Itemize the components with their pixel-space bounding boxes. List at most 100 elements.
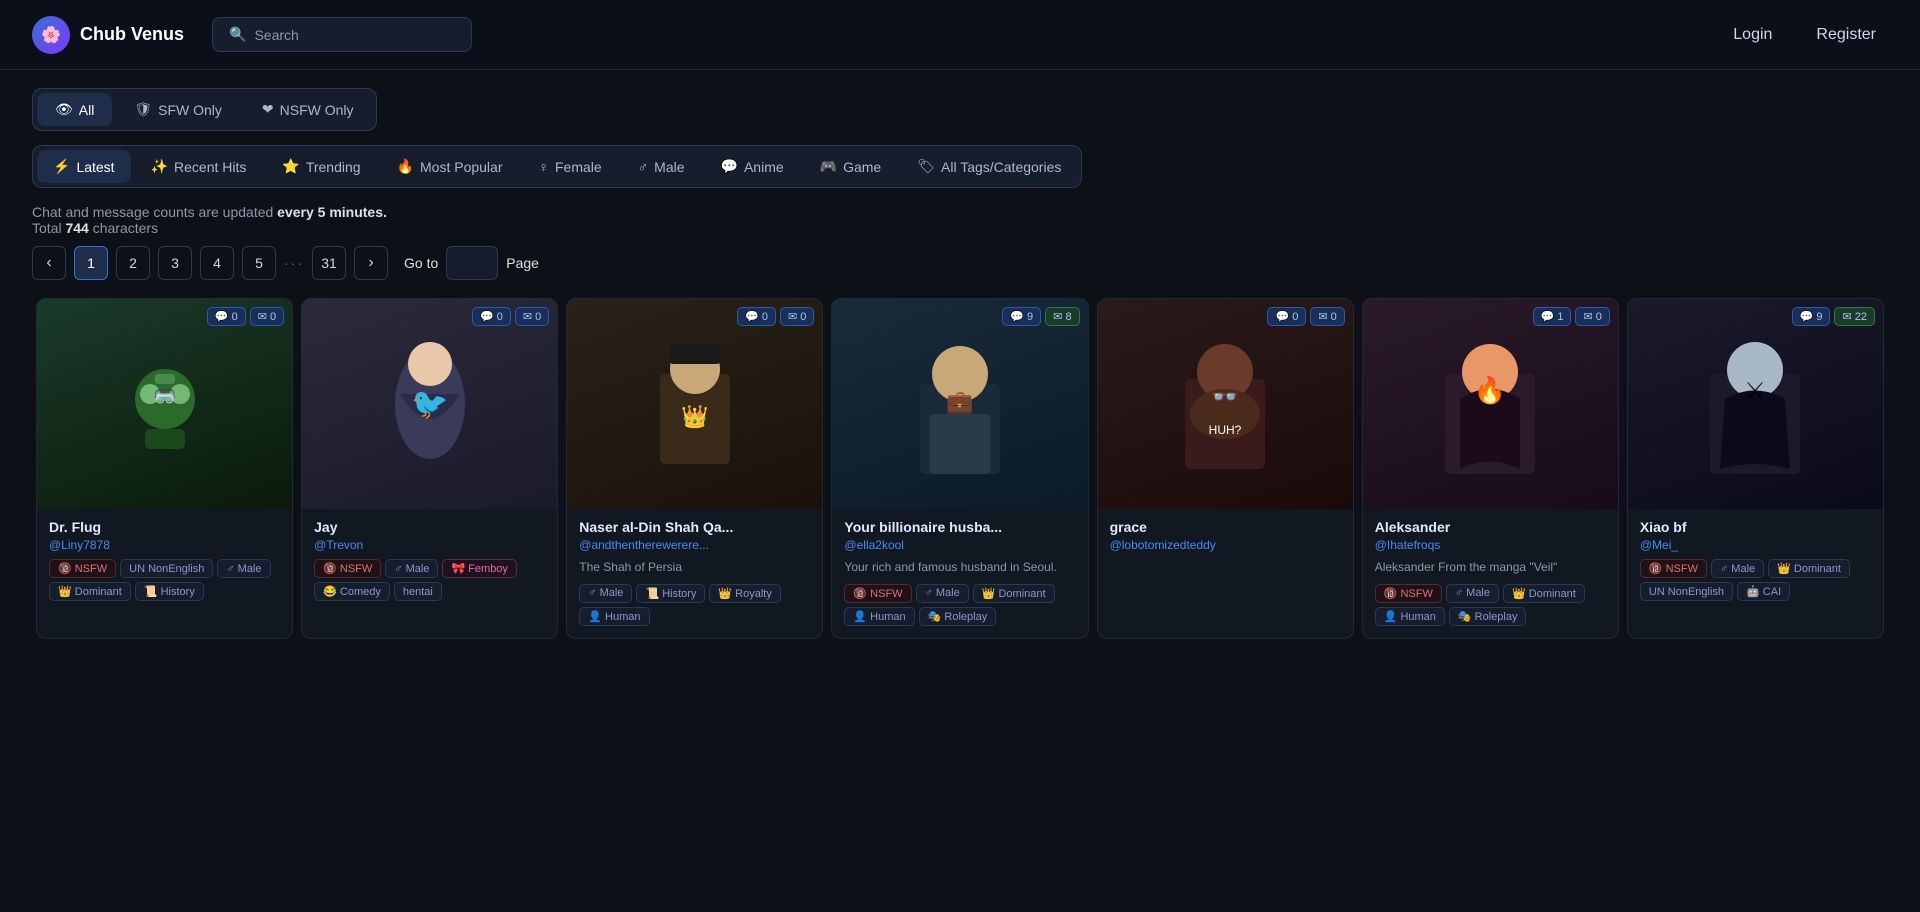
goto-label: Go to [404,255,438,271]
header-left: 🌸 Chub Venus 🔍 Search [32,16,472,54]
msg-badge: ✉ 0 [515,307,549,326]
svg-text:👓: 👓 [1211,384,1238,409]
filter-nsfw[interactable]: ❤ NSFW Only [244,93,372,126]
header-right: Login Register [1721,20,1888,50]
svg-text:⚔: ⚔ [1745,378,1767,405]
tag-male: ♂ Male [1446,584,1499,603]
tag-most-popular[interactable]: 🔥 Most Popular [381,150,519,183]
card-naser[interactable]: 💬 0 ✉ 0 👑 Naser al-Din Shah Qa... @andth… [566,298,823,639]
logo-text: Chub Venus [80,24,184,45]
card-dr-flug[interactable]: 💬 0 ✉ 0 🥽 Dr. Flug @Liny7878 🔞 NSFW UN N… [36,298,293,639]
card-author: @Liny7878 [49,538,280,552]
card-author: @lobotomizedteddy [1110,538,1341,552]
card-author: @andthentherewerere... [579,538,810,552]
card-name: Xiao bf [1640,519,1871,535]
tag-history: 📜 History [135,582,204,601]
tag-nonenglish: UN NonEnglish [1640,582,1733,601]
card-jay[interactable]: 💬 0 ✉ 0 🐦 Jay @Trevon 🔞 NSFW ♂ Male 🎀 Fe… [301,298,558,639]
card-body: Naser al-Din Shah Qa... @andthentherewer… [567,509,822,638]
filter-section: 👁 All 🛡 SFW Only ❤ NSFW Only ⚡ Latest ✨ … [0,70,1920,188]
login-button[interactable]: Login [1721,20,1784,50]
card-body: Aleksander @Ihatefroqs Aleksander From t… [1363,509,1618,638]
card-name: Your billionaire husba... [844,519,1075,535]
register-button[interactable]: Register [1804,20,1888,50]
card-author: @Mei_ [1640,538,1871,552]
tag-cai: 🤖 CAI [1737,582,1790,601]
tag-trending[interactable]: ⭐ Trending [266,150,376,183]
card-body: Dr. Flug @Liny7878 🔞 NSFW UN NonEnglish … [37,509,292,613]
tag-human: 👤 Human [579,607,649,626]
card-tags: ♂ Male 📜 History 👑 Royalty 👤 Human [579,584,810,626]
card-name: Jay [314,519,545,535]
page-5-button[interactable]: 5 [242,246,276,280]
next-page-button[interactable]: › [354,246,388,280]
card-badge-row: 💬 0 ✉ 0 [472,307,549,326]
card-name: Dr. Flug [49,519,280,535]
tag-dominant: 👑 Dominant [1503,584,1585,603]
card-aleksander[interactable]: 💬 1 ✉ 0 🔥 Aleksander @Ihatefroqs Aleksan… [1362,298,1619,639]
tag-nsfw: 🔞 NSFW [844,584,911,603]
chat-badge: 💬 9 [1002,307,1041,326]
tag-anime[interactable]: 💬 Anime [705,150,800,183]
card-image: 👑 [567,299,822,509]
filter-sfw[interactable]: 🛡 SFW Only [116,93,240,126]
tag-male: ♂ Male [385,559,438,578]
prev-page-button[interactable]: ‹ [32,246,66,280]
logo[interactable]: 🌸 Chub Venus [32,16,184,54]
card-badge-row: 💬 0 ✉ 0 [1267,307,1344,326]
tag-roleplay: 🎭 Roleplay [919,607,997,626]
card-image: 💼 [832,299,1087,509]
msg-badge: ✉ 0 [1575,307,1609,326]
page-last-button[interactable]: 31 [312,246,346,280]
goto-section: Go to Page [404,246,539,280]
card-badge-row: 💬 9 ✉ 22 [1792,307,1875,326]
msg-badge: ✉ 0 [250,307,284,326]
card-xiao[interactable]: 💬 9 ✉ 22 ⚔ Xiao bf @Mei_ 🔞 NSFW ♂ Male 👑… [1627,298,1884,639]
tag-dominant: 👑 Dominant [973,584,1055,603]
chat-badge: 💬 0 [1267,307,1306,326]
svg-text:🥽: 🥽 [153,386,175,406]
msg-badge: ✉ 22 [1834,307,1875,326]
svg-text:HUH?: HUH? [1209,423,1242,437]
tag-recent-hits[interactable]: ✨ Recent Hits [135,150,263,183]
content-filter-row: 👁 All 🛡 SFW Only ❤ NSFW Only [32,88,377,131]
tag-filter-row: ⚡ Latest ✨ Recent Hits ⭐ Trending 🔥 Most… [32,145,1082,188]
page-3-button[interactable]: 3 [158,246,192,280]
tag-femboy: 🎀 Femboy [442,559,517,578]
page-1-button[interactable]: 1 [74,246,108,280]
card-body: grace @lobotomizedteddy [1098,509,1353,571]
card-grace[interactable]: 💬 0 ✉ 0 👓 HUH? grace @lobotomizedteddy [1097,298,1354,639]
msg-badge: ✉ 0 [1310,307,1344,326]
card-image: 🥽 [37,299,292,509]
card-image: 🐦 [302,299,557,509]
tag-female[interactable]: ♀ Female [522,150,617,183]
card-billionaire[interactable]: 💬 9 ✉ 8 💼 Your billionaire husba... @ell… [831,298,1088,639]
pagination: ‹ 1 2 3 4 5 ··· 31 › Go to Page [0,246,1920,294]
search-icon: 🔍 [229,26,246,43]
tag-latest[interactable]: ⚡ Latest [37,150,131,183]
card-author: @ella2kool [844,538,1075,552]
tag-all-tags[interactable]: 🏷 All Tags/Categories [901,150,1077,183]
tag-male: ♂ Male [1711,559,1764,578]
goto-input[interactable] [446,246,498,280]
tag-male[interactable]: ♂ Male [622,150,701,183]
tag-human: 👤 Human [844,607,914,626]
logo-avatar: 🌸 [32,16,70,54]
tag-nonenglish: UN NonEnglish [120,559,213,578]
total-count-label: Total 744 characters [32,220,158,236]
tag-human: 👤 Human [1375,607,1445,626]
card-body: Jay @Trevon 🔞 NSFW ♂ Male 🎀 Femboy 😂 Com… [302,509,557,613]
page-4-button[interactable]: 4 [200,246,234,280]
card-tags: 🔞 NSFW ♂ Male 🎀 Femboy 😂 Comedy hentai [314,559,545,601]
filter-all[interactable]: 👁 All [37,93,112,126]
msg-badge: ✉ 8 [1045,307,1079,326]
page-ellipsis: ··· [284,255,304,271]
page-2-button[interactable]: 2 [116,246,150,280]
search-bar[interactable]: 🔍 Search [212,17,472,52]
svg-text:💼: 💼 [946,389,973,414]
tag-dominant: 👑 Dominant [49,582,131,601]
card-desc: The Shah of Persia [579,559,810,576]
card-badge-row: 💬 0 ✉ 0 [207,307,284,326]
info-bar: Chat and message counts are updated ever… [0,188,1920,246]
tag-game[interactable]: 🎮 Game [804,150,898,183]
